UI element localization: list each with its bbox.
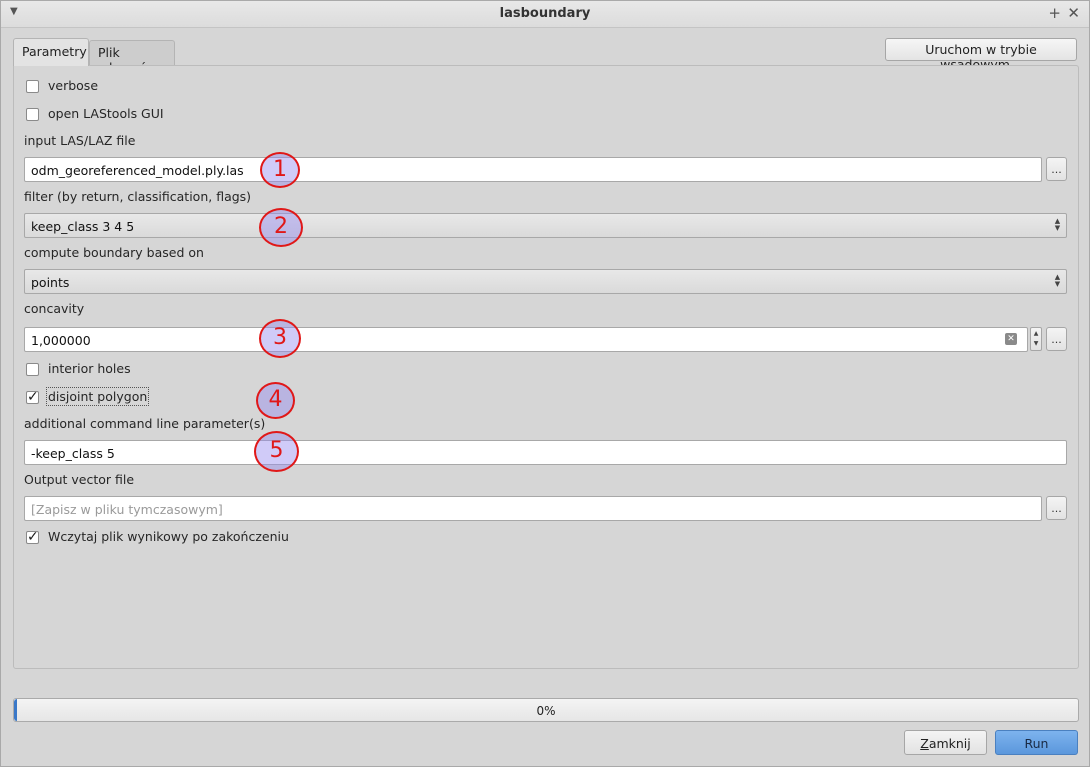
parameters-panel: [13, 65, 1079, 669]
progress-text: 0%: [536, 704, 556, 718]
output-file-field[interactable]: [Zapisz w pliku tymczasowym]: [24, 496, 1042, 521]
output-file-browse-button[interactable]: ...: [1046, 496, 1067, 520]
load-result-label: Wczytaj plik wynikowy po zakończeniu: [48, 529, 289, 544]
check-icon: ✓: [27, 389, 39, 405]
close-window-icon[interactable]: ✕: [1067, 4, 1080, 22]
disjoint-polygon-checkbox[interactable]: ✓: [26, 389, 39, 405]
clear-icon[interactable]: ✕: [1005, 333, 1017, 345]
additional-params-input[interactable]: -keep_class 5: [24, 440, 1067, 465]
window-title: lasboundary: [499, 6, 591, 21]
annotation-badge-1: 1: [260, 152, 300, 188]
load-result-checkbox[interactable]: ✓: [26, 529, 39, 545]
input-file-browse-button[interactable]: ...: [1046, 157, 1067, 181]
boundary-combo-value: points: [31, 275, 70, 290]
boundary-combo[interactable]: points ▲ ▼: [24, 269, 1067, 294]
combo-arrows-icon: ▲ ▼: [1054, 217, 1061, 232]
concavity-label: concavity: [24, 301, 85, 316]
concavity-value: 1,000000: [31, 333, 91, 348]
close-button[interactable]: Zamknij: [904, 730, 987, 755]
annotation-badge-4: 4: [256, 382, 295, 419]
annotation-badge-3: 3: [259, 319, 301, 358]
concavity-input[interactable]: 1,000000 ✕: [24, 327, 1028, 352]
verbose-checkbox[interactable]: [26, 80, 39, 93]
batch-run-button[interactable]: Uruchom w trybie wsadowym...: [885, 38, 1077, 72]
additional-params-label: additional command line parameter(s): [24, 416, 266, 431]
annotation-badge-2: 2: [259, 208, 303, 247]
verbose-label: verbose: [48, 78, 99, 93]
disjoint-polygon-label: disjoint polygon: [45, 387, 150, 406]
input-file-field[interactable]: odm_georeferenced_model.ply.las: [24, 157, 1042, 182]
filter-combo-value: keep_class 3 4 5: [31, 219, 135, 234]
filter-label: filter (by return, classification, flags…: [24, 189, 252, 204]
run-button[interactable]: Run: [995, 730, 1078, 755]
progress-bar: 0%: [13, 698, 1079, 722]
output-file-label: Output vector file: [24, 472, 135, 487]
combo-arrows-icon: ▲ ▼: [1054, 273, 1061, 288]
open-gui-label: open LAStools GUI: [48, 106, 164, 121]
filter-combo[interactable]: keep_class 3 4 5 ▲ ▼: [24, 213, 1067, 238]
boundary-label: compute boundary based on: [24, 245, 204, 260]
tab-plik-zdarzen[interactable]: Plik zdarzeń: [89, 40, 175, 75]
lasboundary-dialog: ▼ lasboundary + ✕ Parametry Plik zdarzeń…: [0, 0, 1090, 767]
maximize-plus-icon[interactable]: +: [1048, 4, 1061, 22]
input-file-label: input LAS/LAZ file: [24, 133, 136, 148]
annotation-badge-5: 5: [254, 431, 299, 472]
check-icon: ✓: [27, 529, 39, 545]
interior-holes-label: interior holes: [48, 361, 131, 376]
concavity-spinner[interactable]: ▲ ▼: [1030, 327, 1042, 351]
interior-holes-checkbox[interactable]: [26, 363, 39, 376]
tab-parametry[interactable]: Parametry: [13, 38, 89, 66]
open-gui-checkbox[interactable]: [26, 108, 39, 121]
concavity-browse-button[interactable]: ...: [1046, 327, 1067, 351]
title-bar: ▼ lasboundary + ✕: [1, 1, 1089, 28]
